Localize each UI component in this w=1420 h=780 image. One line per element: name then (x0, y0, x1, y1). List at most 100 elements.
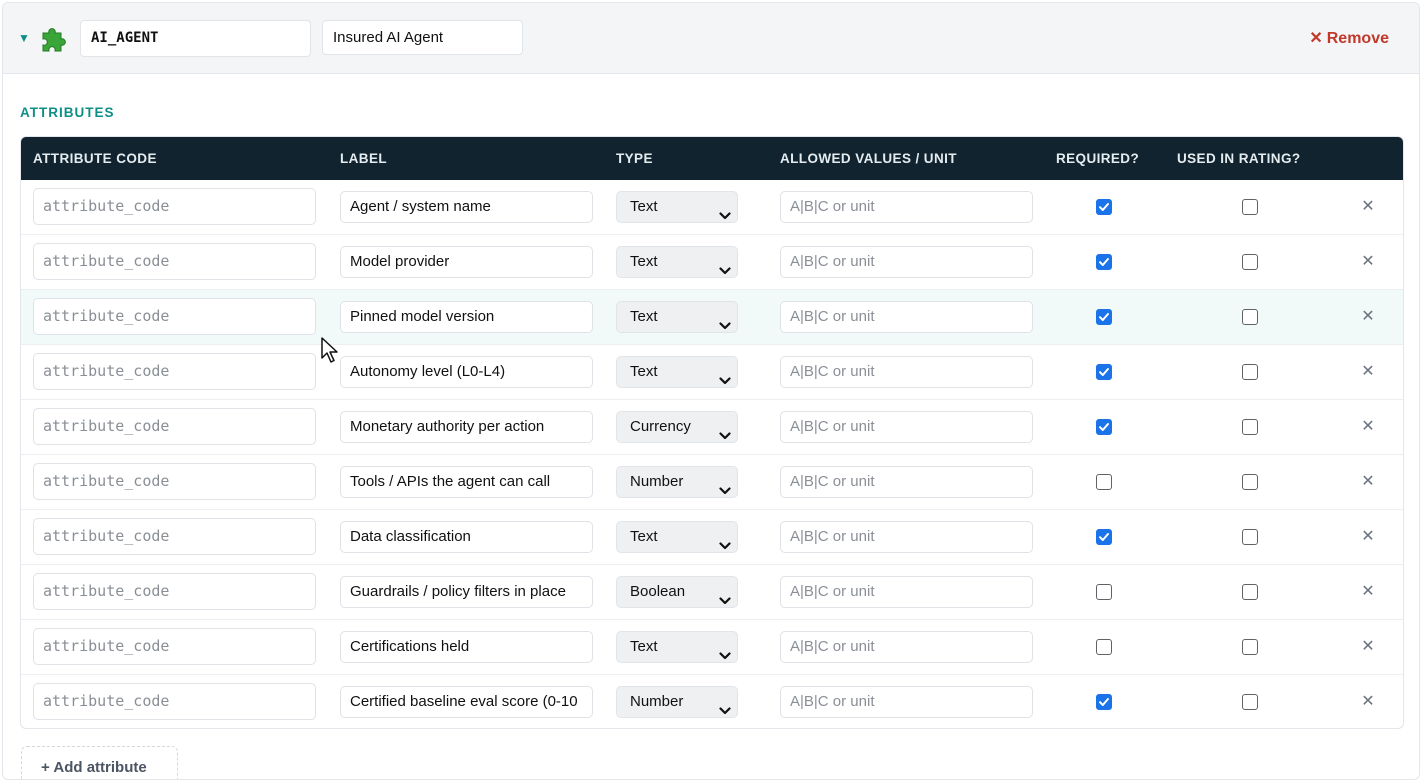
triangle-down-icon[interactable]: ▼ (18, 31, 30, 45)
table-row: attribute_code Model provider Text A|B|C or… (21, 235, 1403, 290)
attribute-label-input[interactable]: Certified baseline eval score (0-10 (340, 686, 593, 718)
required-checkbox[interactable] (1096, 364, 1112, 380)
attribute-code-input[interactable]: attribute_code (33, 298, 316, 335)
used-in-rating-checkbox[interactable] (1242, 529, 1258, 545)
close-icon[interactable]: ✕ (1361, 252, 1375, 272)
entity-code-input[interactable]: AI_AGENT (80, 20, 311, 57)
attribute-label-input[interactable]: Agent / system name (340, 191, 593, 223)
allowed-values-input[interactable]: A|B|C or unit (780, 686, 1033, 718)
attribute-type-select[interactable]: Text (616, 301, 738, 333)
attribute-type-value: Text (630, 253, 658, 270)
mouse-cursor-icon (321, 337, 338, 363)
required-checkbox[interactable] (1096, 419, 1112, 435)
attribute-type-select[interactable]: Text (616, 521, 738, 553)
entity-header: ▼ AI_AGENT Insured AI Agent ✕ Remove (3, 3, 1419, 74)
close-icon[interactable]: ✕ (1361, 197, 1375, 217)
attribute-code-input[interactable]: attribute_code (33, 683, 316, 720)
attribute-code-input[interactable]: attribute_code (33, 573, 316, 610)
attribute-label-input[interactable]: Data classification (340, 521, 593, 553)
attribute-label-input[interactable]: Model provider (340, 246, 593, 278)
required-checkbox[interactable] (1096, 529, 1112, 545)
table-header: ATTRIBUTE CODE LABEL TYPE ALLOWED VALUES… (21, 137, 1403, 180)
attribute-type-select[interactable]: Currency (616, 411, 738, 443)
entity-panel: ▼ AI_AGENT Insured AI Agent ✕ Remove ATTR… (2, 2, 1420, 780)
required-checkbox[interactable] (1096, 474, 1112, 490)
used-in-rating-checkbox[interactable] (1242, 694, 1258, 710)
attribute-type-value: Text (630, 638, 658, 655)
attribute-type-value: Text (630, 528, 658, 545)
close-icon: ✕ (1309, 30, 1323, 47)
attribute-type-value: Text (630, 308, 658, 325)
attribute-code-input[interactable]: attribute_code (33, 243, 316, 280)
entity-name-input[interactable]: Insured AI Agent (322, 20, 523, 55)
attribute-code-input[interactable]: attribute_code (33, 518, 316, 555)
attribute-type-select[interactable]: Text (616, 356, 738, 388)
column-header-label: LABEL (340, 151, 387, 166)
used-in-rating-checkbox[interactable] (1242, 364, 1258, 380)
attribute-type-select[interactable]: Number (616, 466, 738, 498)
required-checkbox[interactable] (1096, 309, 1112, 325)
close-icon[interactable]: ✕ (1361, 472, 1375, 492)
close-icon[interactable]: ✕ (1361, 362, 1375, 382)
remove-entity-button[interactable]: ✕ Remove (1309, 28, 1389, 50)
column-header-code: ATTRIBUTE CODE (33, 151, 157, 166)
attribute-type-select[interactable]: Text (616, 631, 738, 663)
required-checkbox[interactable] (1096, 254, 1112, 270)
required-checkbox[interactable] (1096, 199, 1112, 215)
allowed-values-input[interactable]: A|B|C or unit (780, 411, 1033, 443)
used-in-rating-checkbox[interactable] (1242, 254, 1258, 270)
used-in-rating-checkbox[interactable] (1242, 584, 1258, 600)
chevron-down-icon (719, 587, 731, 605)
attribute-type-select[interactable]: Number (616, 686, 738, 718)
close-icon[interactable]: ✕ (1361, 692, 1375, 712)
table-row: attribute_code Monetary authority per act… (21, 400, 1403, 455)
attribute-code-input[interactable]: attribute_code (33, 628, 316, 665)
required-checkbox[interactable] (1096, 639, 1112, 655)
required-checkbox[interactable] (1096, 584, 1112, 600)
close-icon[interactable]: ✕ (1361, 417, 1375, 437)
used-in-rating-checkbox[interactable] (1242, 639, 1258, 655)
attribute-code-input[interactable]: attribute_code (33, 353, 316, 390)
allowed-values-input[interactable]: A|B|C or unit (780, 521, 1033, 553)
attribute-code-input[interactable]: attribute_code (33, 463, 316, 500)
column-header-type: TYPE (616, 151, 653, 166)
puzzle-piece-icon (39, 24, 69, 54)
attribute-label-input[interactable]: Tools / APIs the agent can call (340, 466, 593, 498)
attribute-label-input[interactable]: Guardrails / policy filters in place (340, 576, 593, 608)
chevron-down-icon (719, 202, 731, 220)
attribute-label-input[interactable]: Pinned model version (340, 301, 593, 333)
attribute-label-input[interactable]: Monetary authority per action (340, 411, 593, 443)
chevron-down-icon (719, 477, 731, 495)
allowed-values-input[interactable]: A|B|C or unit (780, 466, 1033, 498)
allowed-values-input[interactable]: A|B|C or unit (780, 246, 1033, 278)
allowed-values-input[interactable]: A|B|C or unit (780, 576, 1033, 608)
section-title: ATTRIBUTES (20, 105, 115, 120)
add-attribute-button[interactable]: + Add attribute (21, 746, 178, 779)
required-checkbox[interactable] (1096, 694, 1112, 710)
attribute-type-select[interactable]: Text (616, 246, 738, 278)
attribute-label-input[interactable]: Certifications held (340, 631, 593, 663)
attribute-type-select[interactable]: Boolean (616, 576, 738, 608)
close-icon[interactable]: ✕ (1361, 527, 1375, 547)
used-in-rating-checkbox[interactable] (1242, 474, 1258, 490)
close-icon[interactable]: ✕ (1361, 637, 1375, 657)
attribute-label-input[interactable]: Autonomy level (L0-L4) (340, 356, 593, 388)
table-row: attribute_code Guardrails / policy filter… (21, 565, 1403, 620)
table-row: attribute_code Data classification Text A|B… (21, 510, 1403, 565)
allowed-values-input[interactable]: A|B|C or unit (780, 631, 1033, 663)
used-in-rating-checkbox[interactable] (1242, 199, 1258, 215)
allowed-values-input[interactable]: A|B|C or unit (780, 191, 1033, 223)
allowed-values-input[interactable]: A|B|C or unit (780, 301, 1033, 333)
column-header-rating: USED IN RATING? (1177, 151, 1301, 166)
attribute-code-input[interactable]: attribute_code (33, 408, 316, 445)
used-in-rating-checkbox[interactable] (1242, 419, 1258, 435)
allowed-values-input[interactable]: A|B|C or unit (780, 356, 1033, 388)
attribute-type-value: Currency (630, 418, 691, 435)
attribute-type-select[interactable]: Text (616, 191, 738, 223)
used-in-rating-checkbox[interactable] (1242, 309, 1258, 325)
chevron-down-icon (719, 642, 731, 660)
table-row: attribute_code Autonomy level (L0-L4) Text… (21, 345, 1403, 400)
close-icon[interactable]: ✕ (1361, 307, 1375, 327)
attribute-code-input[interactable]: attribute_code (33, 188, 316, 225)
close-icon[interactable]: ✕ (1361, 582, 1375, 602)
